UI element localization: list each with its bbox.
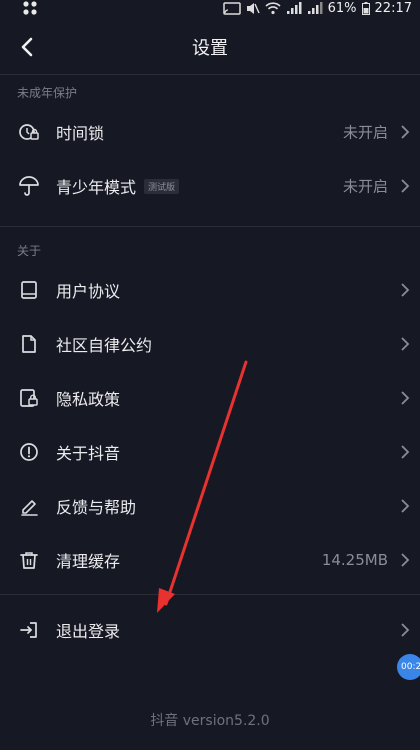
mute-icon — [246, 2, 260, 14]
row-label: 社区自律公约 — [56, 336, 153, 355]
book-icon — [18, 279, 40, 301]
chevron-right-icon — [401, 125, 410, 139]
chevron-right-icon — [401, 337, 410, 351]
battery-percent: 61% — [327, 0, 357, 16]
row-label: 隐私政策 — [56, 390, 121, 409]
wifi-icon — [265, 1, 281, 14]
section-divider — [0, 594, 420, 595]
row-community-guidelines[interactable]: 社区自律公约 — [0, 317, 420, 371]
section-label-about: 关于 — [17, 244, 42, 258]
row-value: 未开启 — [342, 177, 388, 196]
row-label: 用户协议 — [56, 282, 121, 301]
page-title: 设置 — [192, 38, 228, 59]
clock: 22:17 — [374, 0, 412, 16]
chevron-right-icon — [401, 179, 410, 193]
privacy-lock-icon — [18, 387, 40, 409]
document-icon — [18, 333, 40, 355]
header-divider — [0, 74, 420, 75]
trash-icon — [18, 549, 40, 571]
signal-icon — [286, 1, 302, 14]
row-logout[interactable]: 退出登录 — [0, 603, 420, 657]
edit-icon — [18, 495, 40, 517]
signal-icon-2 — [307, 1, 323, 14]
chevron-right-icon — [401, 623, 410, 637]
chevron-right-icon — [401, 553, 410, 567]
cache-size: 14.25MB — [321, 551, 388, 569]
app-version: 抖音 version5.2.0 — [150, 713, 270, 729]
row-label: 时间锁 — [56, 124, 105, 143]
row-label: 关于抖音 — [56, 444, 121, 463]
info-icon — [18, 441, 40, 463]
chevron-right-icon — [401, 499, 410, 513]
battery-icon — [361, 1, 370, 15]
row-feedback-help[interactable]: 反馈与帮助 — [0, 479, 420, 533]
chevron-right-icon — [401, 283, 410, 297]
row-label: 反馈与帮助 — [56, 498, 137, 517]
nav-bar: 设置 — [0, 22, 420, 72]
row-label: 青少年模式 测试版 — [56, 174, 180, 198]
section-label-minor: 未成年保护 — [17, 86, 78, 100]
row-privacy-policy[interactable]: 隐私政策 — [0, 371, 420, 425]
row-about-douyin[interactable]: 关于抖音 — [0, 425, 420, 479]
row-label: 清理缓存 — [56, 552, 121, 571]
logout-icon — [18, 619, 40, 641]
status-bar: 61% 22:17 — [0, 0, 420, 18]
row-teen-mode[interactable]: 青少年模式 测试版 未开启 — [0, 159, 420, 213]
app-grid-icon — [23, 1, 37, 15]
row-time-lock[interactable]: 时间锁 未开启 — [0, 105, 420, 159]
row-label: 退出登录 — [56, 622, 121, 641]
beta-tag: 测试版 — [144, 179, 180, 194]
section-divider — [0, 226, 420, 227]
umbrella-icon — [18, 175, 40, 197]
row-clear-cache[interactable]: 清理缓存 14.25MB — [0, 533, 420, 587]
row-user-agreement[interactable]: 用户协议 — [0, 263, 420, 317]
cast-icon — [222, 1, 241, 15]
teen-mode-label: 青少年模式 — [56, 178, 137, 197]
chevron-right-icon — [401, 445, 410, 459]
floating-timer-bubble[interactable]: 00:2 — [397, 654, 420, 680]
chevron-right-icon — [401, 391, 410, 405]
clock-lock-icon — [18, 121, 40, 143]
row-value: 未开启 — [342, 123, 388, 142]
